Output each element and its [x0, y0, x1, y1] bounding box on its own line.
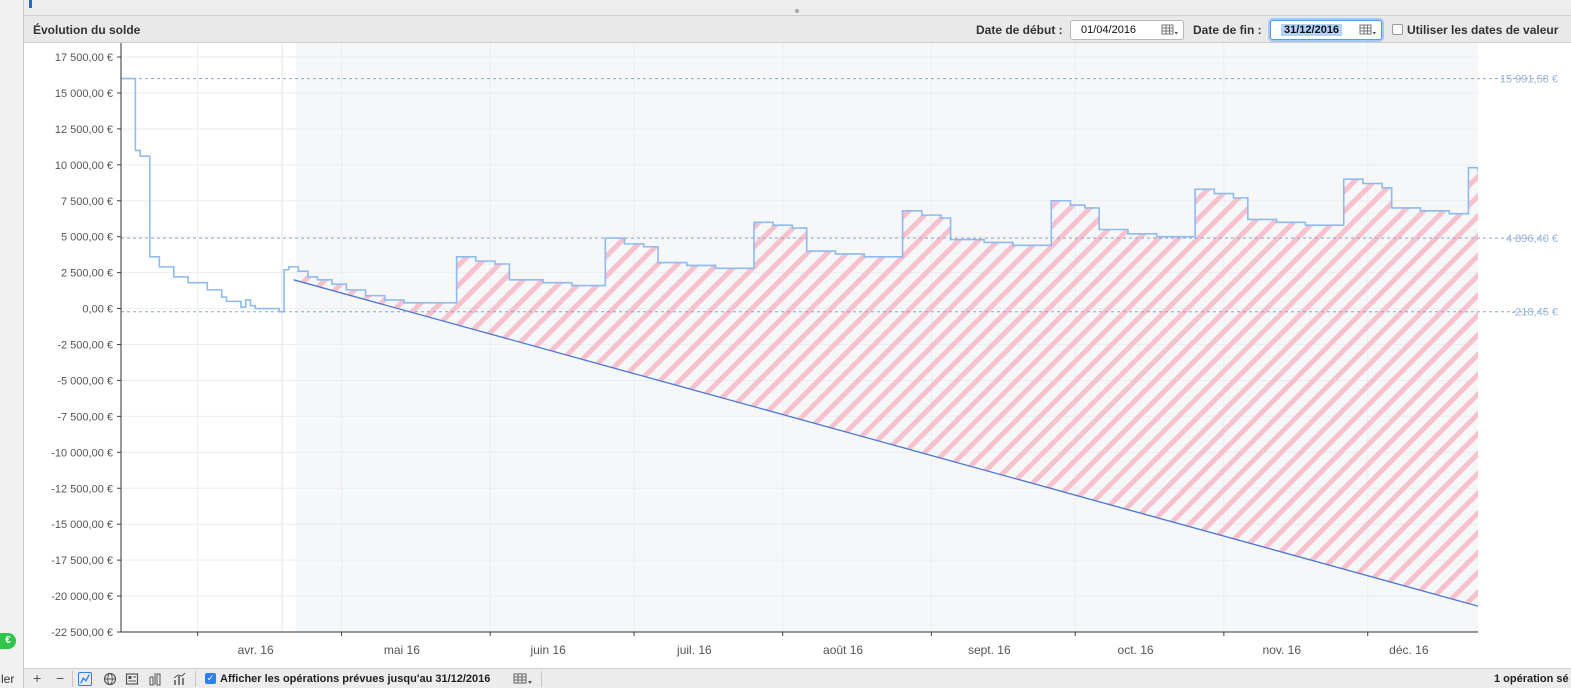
- end-date-label: Date de fin :: [1193, 23, 1262, 37]
- start-date-value: 01/04/2016: [1081, 24, 1137, 36]
- x-tick-label: avr. 16: [238, 643, 274, 657]
- y-tick-label: 10 000,00 €: [55, 160, 113, 172]
- y-tick-label: -7 500,00 €: [57, 411, 113, 423]
- balance-chart: 15 991,58 € 4 896,40 € -218,45 € 17 500,00…: [24, 43, 1571, 668]
- compare-bars-icon[interactable]: [148, 672, 162, 686]
- end-date-field[interactable]: 31/12/2016: [1270, 20, 1382, 40]
- add-button[interactable]: +: [33, 671, 41, 687]
- y-tick-label: 12 500,00 €: [55, 124, 113, 136]
- toolbar-divider: [195, 671, 196, 687]
- y-tick-label: 5 000,00 €: [61, 232, 113, 244]
- y-tick-label: -22 500,00 €: [51, 627, 113, 639]
- x-tick-label: sept. 16: [968, 643, 1011, 657]
- bar-chart-icon[interactable]: [172, 672, 186, 686]
- line-chart-icon[interactable]: [78, 672, 92, 686]
- y-tick-label: -10 000,00 €: [51, 447, 113, 459]
- chart-title: Évolution du solde: [33, 23, 141, 37]
- left-sidebar-edge: € ler: [0, 0, 24, 688]
- y-tick-label: -12 500,00 €: [51, 483, 113, 495]
- value-dates-label: Utiliser les dates de valeur: [1407, 23, 1559, 37]
- reference-label: 4 896,40 €: [1506, 233, 1558, 245]
- calendar-icon[interactable]: [1359, 24, 1377, 36]
- y-tick-label: 7 500,00 €: [61, 196, 113, 208]
- selection-accent: [29, 0, 32, 8]
- y-tick-label: -17 500,00 €: [51, 555, 113, 567]
- show-planned-checkbox[interactable]: ✓: [205, 673, 216, 684]
- x-tick-label: juil. 16: [676, 643, 712, 657]
- bottom-toolbar: + − ✓ Afficher les opérations prévues ju…: [24, 668, 1571, 688]
- show-planned-label: Afficher les opérations prévues jusqu'au…: [220, 673, 491, 685]
- app-window: € ler Évolution du solde Date de début :…: [0, 0, 1571, 688]
- globe-icon[interactable]: [103, 672, 117, 686]
- y-tick-label: 17 500,00 €: [55, 52, 113, 64]
- x-tick-label: nov. 16: [1263, 643, 1302, 657]
- calendar-icon[interactable]: [513, 672, 535, 686]
- calendar-icon[interactable]: [1161, 24, 1179, 36]
- status-text: 1 opération sé: [1494, 673, 1569, 685]
- x-tick-label: mai 16: [384, 643, 420, 657]
- toolbar-divider: [541, 671, 542, 687]
- start-date-field[interactable]: 01/04/2016: [1070, 20, 1184, 40]
- remove-button[interactable]: −: [56, 671, 64, 687]
- y-tick-label: 15 000,00 €: [55, 88, 113, 100]
- start-date-label: Date de début :: [976, 23, 1063, 37]
- value-dates-checkbox[interactable]: [1392, 24, 1403, 35]
- toolbar-divider: [72, 671, 73, 687]
- y-tick-label: 2 500,00 €: [61, 268, 113, 280]
- x-tick-label: oct. 16: [1118, 643, 1154, 657]
- y-tick-label: -20 000,00 €: [51, 591, 113, 603]
- y-tick-label: -2 500,00 €: [57, 340, 113, 352]
- report-card-icon[interactable]: [125, 672, 139, 686]
- reference-label: 15 991,58 €: [1500, 74, 1558, 86]
- balance-chart-svg: 15 991,58 € 4 896,40 € -218,45 € 17 500,00…: [51, 43, 1558, 657]
- y-tick-label: 0,00 €: [82, 304, 113, 316]
- chart-header: Évolution du solde Date de début : 01/04…: [24, 16, 1571, 43]
- x-tick-label: août 16: [823, 643, 863, 657]
- sidebar-cut-label[interactable]: ler: [1, 672, 14, 686]
- x-tick-label: déc. 16: [1389, 643, 1429, 657]
- euro-badge-icon[interactable]: €: [0, 633, 16, 649]
- resize-grip-icon[interactable]: [795, 9, 799, 13]
- y-tick-label: -15 000,00 €: [51, 519, 113, 531]
- top-edge: [24, 0, 1571, 16]
- x-tick-label: juin 16: [529, 643, 566, 657]
- end-date-value: 31/12/2016: [1281, 24, 1343, 36]
- reference-label: -218,45 €: [1512, 307, 1558, 319]
- y-tick-label: -5 000,00 €: [57, 375, 113, 387]
